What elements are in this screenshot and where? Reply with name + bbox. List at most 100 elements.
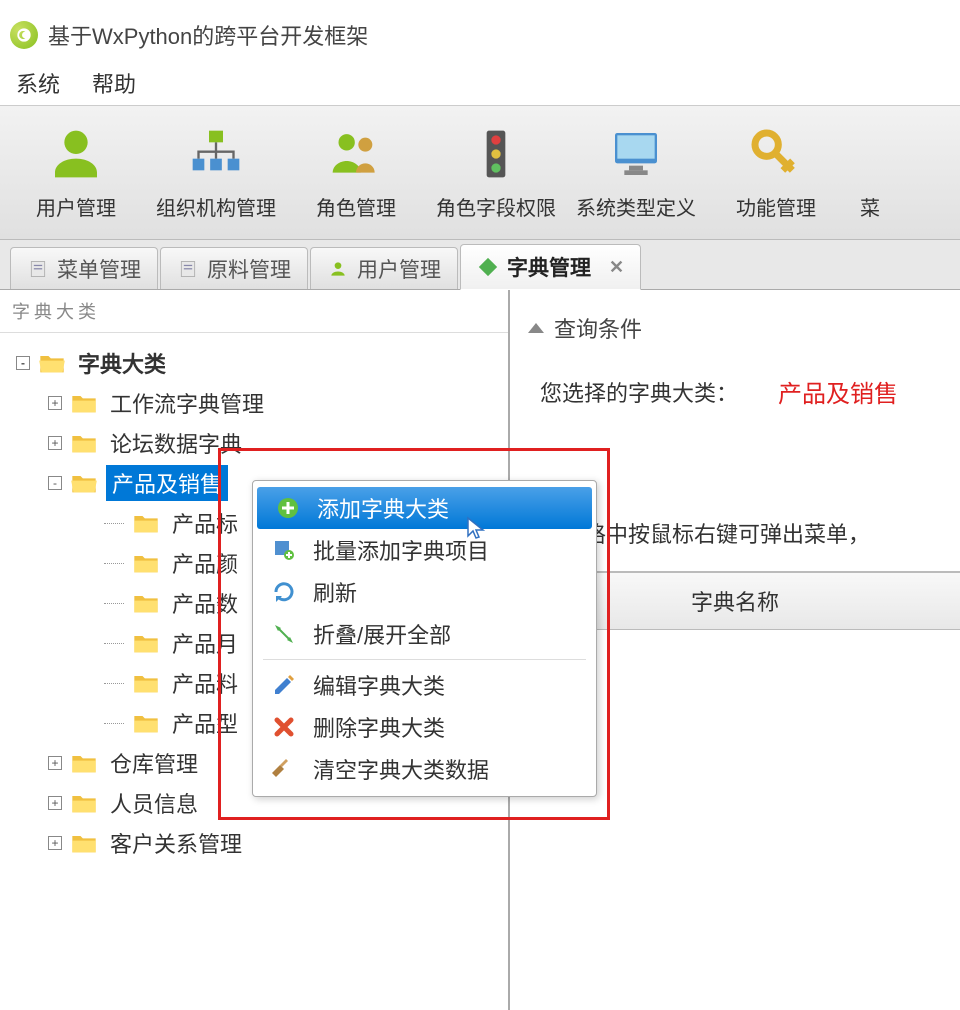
cm-batch-add[interactable]: 批量添加字典项目 bbox=[253, 529, 596, 571]
node-label: 仓库管理 bbox=[106, 745, 202, 781]
info-row: 您选择的字典大类： 产品及销售 bbox=[510, 356, 960, 427]
collapse-header[interactable]: 查询条件 bbox=[510, 300, 960, 356]
collapse-title: 查询条件 bbox=[554, 312, 642, 344]
node-label: 客户关系管理 bbox=[106, 825, 246, 861]
delete-icon bbox=[271, 714, 297, 740]
folder-open-icon bbox=[38, 351, 66, 375]
edit-icon bbox=[271, 672, 297, 698]
cm-label: 删除字典大类 bbox=[313, 711, 445, 743]
batch-icon bbox=[271, 537, 297, 563]
toolbar-label: 角色字段权限 bbox=[436, 192, 556, 221]
cm-delete-category[interactable]: 删除字典大类 bbox=[253, 706, 596, 748]
tree-node[interactable]: + 论坛数据字典 bbox=[10, 423, 498, 463]
expand-icon[interactable]: + bbox=[48, 796, 62, 810]
user-icon bbox=[46, 124, 106, 184]
cm-edit-category[interactable]: 编辑字典大类 bbox=[253, 664, 596, 706]
window-title: 基于WxPython的跨平台开发框架 bbox=[48, 19, 368, 51]
tab-label: 原料管理 bbox=[207, 254, 291, 284]
collapse-icon[interactable]: - bbox=[16, 356, 30, 370]
folder-icon bbox=[132, 711, 160, 735]
refresh-icon bbox=[271, 579, 297, 605]
cm-label: 编辑字典大类 bbox=[313, 669, 445, 701]
toolbar-user-mgmt[interactable]: 用户管理 bbox=[10, 114, 142, 231]
collapse-icon[interactable]: - bbox=[48, 476, 62, 490]
folder-icon bbox=[70, 831, 98, 855]
toolbar-label: 用户管理 bbox=[36, 192, 116, 221]
toolbar-label: 功能管理 bbox=[736, 192, 816, 221]
cm-label: 刷新 bbox=[313, 576, 357, 608]
toolbar-label: 组织机构管理 bbox=[156, 192, 276, 221]
cm-refresh[interactable]: 刷新 bbox=[253, 571, 596, 613]
roles-icon bbox=[326, 124, 386, 184]
diamond-icon bbox=[477, 256, 499, 278]
cm-toggle-expand[interactable]: 折叠/展开全部 bbox=[253, 613, 596, 655]
expand-collapse-icon bbox=[271, 621, 297, 647]
node-label: 产品数 bbox=[168, 585, 242, 621]
toolbar-label: 系统类型定义 bbox=[576, 192, 696, 221]
tab-user-mgmt[interactable]: 用户管理 bbox=[310, 247, 458, 289]
node-label: 产品料 bbox=[168, 665, 242, 701]
org-icon bbox=[186, 124, 246, 184]
tab-dict-mgmt[interactable]: 字典管理 ✕ bbox=[460, 244, 641, 290]
toolbar-role-perm[interactable]: 角色字段权限 bbox=[430, 114, 562, 231]
chevron-up-icon bbox=[528, 323, 544, 333]
expand-icon[interactable]: + bbox=[48, 436, 62, 450]
node-label: 人员信息 bbox=[106, 785, 202, 821]
folder-icon bbox=[70, 791, 98, 815]
cm-add-category[interactable]: 添加字典大类 bbox=[257, 487, 592, 529]
close-icon[interactable]: ✕ bbox=[609, 257, 624, 278]
broom-icon bbox=[271, 756, 297, 782]
title-bar: 基于WxPython的跨平台开发框架 bbox=[0, 10, 960, 60]
toolbar-label: 角色管理 bbox=[316, 192, 396, 221]
app-logo-icon bbox=[10, 21, 38, 49]
node-label: 论坛数据字典 bbox=[106, 425, 246, 461]
menu-system[interactable]: 系统 bbox=[10, 63, 66, 103]
cm-label: 添加字典大类 bbox=[317, 492, 449, 524]
doc-icon bbox=[177, 258, 199, 280]
folder-open-icon bbox=[70, 471, 98, 495]
tab-label: 用户管理 bbox=[357, 254, 441, 284]
node-label: 产品及销售 bbox=[106, 465, 228, 501]
toolbar-func-mgmt[interactable]: 功能管理 bbox=[710, 114, 842, 231]
toolbar-label: 菜 bbox=[860, 192, 880, 221]
tab-label: 菜单管理 bbox=[57, 254, 141, 284]
main-toolbar: 用户管理 组织机构管理 角色管理 角色字段权限 系统类型定义 功能管理 菜 bbox=[0, 105, 960, 240]
node-label: 产品颜 bbox=[168, 545, 242, 581]
toolbar-org-mgmt[interactable]: 组织机构管理 bbox=[150, 114, 282, 231]
folder-icon bbox=[132, 551, 160, 575]
expand-icon[interactable]: + bbox=[48, 396, 62, 410]
toolbar-role-mgmt[interactable]: 角色管理 bbox=[290, 114, 422, 231]
node-label: 产品月 bbox=[168, 625, 242, 661]
cm-clear-data[interactable]: 清空字典大类数据 bbox=[253, 748, 596, 790]
toolbar-menu-partial[interactable]: 菜 bbox=[850, 114, 890, 231]
menu-icon bbox=[840, 124, 900, 184]
node-label: 工作流字典管理 bbox=[106, 385, 268, 421]
context-menu: 添加字典大类 批量添加字典项目 刷新 折叠/展开全部 编辑字典大类 删除字典大类… bbox=[252, 480, 597, 797]
folder-icon bbox=[70, 751, 98, 775]
menu-help[interactable]: 帮助 bbox=[86, 63, 142, 103]
toolbar-systype[interactable]: 系统类型定义 bbox=[570, 114, 702, 231]
cm-label: 批量添加字典项目 bbox=[313, 534, 489, 566]
tab-label: 字典管理 bbox=[507, 252, 591, 282]
folder-icon bbox=[70, 431, 98, 455]
cm-label: 清空字典大类数据 bbox=[313, 753, 489, 785]
key-icon bbox=[746, 124, 806, 184]
user-icon bbox=[327, 258, 349, 280]
node-label: 产品标 bbox=[168, 505, 242, 541]
node-label: 字典大类 bbox=[74, 345, 170, 381]
expand-icon[interactable]: + bbox=[48, 756, 62, 770]
menu-separator bbox=[263, 659, 586, 660]
cm-label: 折叠/展开全部 bbox=[313, 618, 451, 650]
panel-title: 字典大类 bbox=[0, 290, 508, 333]
tree-root[interactable]: - 字典大类 bbox=[10, 343, 498, 383]
tree-node[interactable]: + 客户关系管理 bbox=[10, 823, 498, 863]
add-icon bbox=[275, 495, 301, 521]
info-value: 产品及销售 bbox=[778, 374, 898, 409]
expand-icon[interactable]: + bbox=[48, 836, 62, 850]
tab-material-mgmt[interactable]: 原料管理 bbox=[160, 247, 308, 289]
traffic-icon bbox=[466, 124, 526, 184]
tab-menu-mgmt[interactable]: 菜单管理 bbox=[10, 247, 158, 289]
menu-bar: 系统 帮助 bbox=[0, 60, 960, 105]
folder-icon bbox=[70, 391, 98, 415]
tree-node[interactable]: + 工作流字典管理 bbox=[10, 383, 498, 423]
